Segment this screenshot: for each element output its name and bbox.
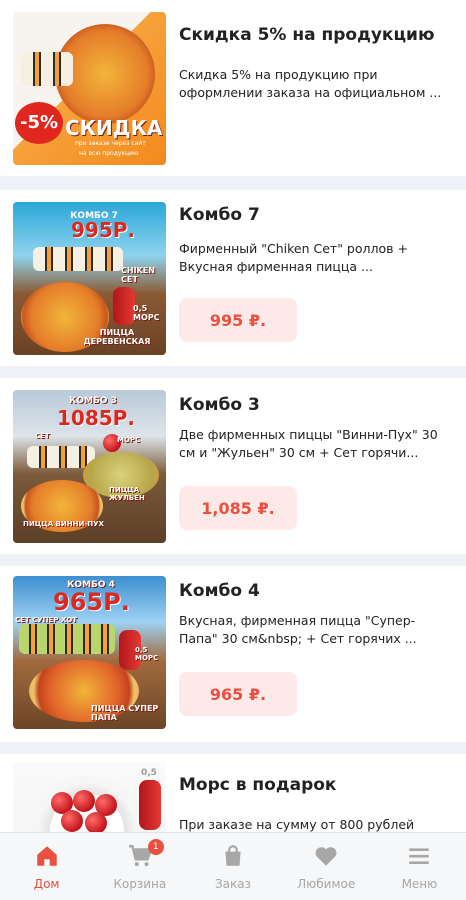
image-drink-label: 0,5 МОРС [133,304,160,322]
menu-icon [406,843,432,873]
product-title: Комбо 7 [179,205,260,225]
promo-card-discount[interactable]: -5% СКИДКА при заказе через сайт на всю … [0,0,466,176]
discount-label: СКИДКА [65,116,163,140]
product-card-combo-7[interactable]: КОМБО 7 995Р. CHIKEN СЕТ 0,5 МОРС ПИЦЦА … [0,190,466,366]
price-button[interactable]: 965 ₽. [179,672,297,716]
product-title: Морс в подарок [179,775,337,795]
image-price: 995Р. [71,218,136,242]
product-image: 0,5 [13,762,166,832]
price-button[interactable]: 995 ₽. [179,298,297,342]
tab-order[interactable]: Заказ [186,833,279,900]
product-feed: -5% СКИДКА при заказе через сайт на всю … [0,0,466,832]
tab-label: Меню [401,876,438,891]
tab-label: Дом [33,876,60,891]
home-icon [34,843,60,873]
product-info: Комбо 4 Вкусная, фирменная пицца "Супер-… [179,580,448,648]
product-info: Комбо 3 Две фирменных пиццы "Винни-Пух" … [179,394,448,462]
discount-sticker: -5% [15,102,63,144]
price-button[interactable]: 1,085 ₽. [179,486,297,530]
discount-sub-2: на всю продукцию [79,150,139,157]
product-info: Скидка 5% на продукцию Скидка 5% на прод… [179,24,448,102]
discount-sub-1: при заказе через сайт [75,140,146,147]
product-description: При заказе на сумму от 800 рублей [179,817,415,832]
product-description: Скидка 5% на продукцию при оформлении за… [179,67,442,100]
product-description: Две фирменных пиццы "Винни-Пух" 30 см и … [179,427,438,460]
tab-menu[interactable]: Меню [373,833,466,900]
image-combo-label: КОМБО 3 [69,396,117,406]
product-info: Комбо 7 Фирменный "Chiken Сет" роллов + … [179,204,448,276]
tab-label: Заказ [214,876,252,891]
heart-icon [313,843,339,873]
tab-cart[interactable]: 1 Корзина [93,833,186,900]
product-title: Скидка 5% на продукцию [179,25,435,45]
tab-label: Корзина [113,876,167,891]
product-card-combo-4[interactable]: КОМБО 4 965Р. СЕТ СУПЕР ХОТ 0,5 МОРС ПИЦ… [0,566,466,742]
tab-label: Любимое [297,876,356,891]
product-card-combo-3[interactable]: КОМБО 3 1085Р. СЕТ МОРС ПИЦЦА ВИННИ-ПУХ … [0,378,466,554]
image-pizza-label: ПИЦЦА СУПЕР ПАПА [91,704,159,722]
product-title: Комбо 4 [179,581,260,601]
tab-home[interactable]: Дом [0,833,93,900]
tab-favorites[interactable]: Любимое [280,833,373,900]
product-description: Вкусная, фирменная пицца "Супер-Папа" 30… [179,613,417,646]
product-image: КОМБО 7 995Р. CHIKEN СЕТ 0,5 МОРС ПИЦЦА … [13,202,166,355]
product-image: КОМБО 4 965Р. СЕТ СУПЕР ХОТ 0,5 МОРС ПИЦ… [13,576,166,729]
image-drink-label: МОРС [117,436,141,444]
image-volume-label: 0,5 [141,768,157,778]
promo-card-gift-drink[interactable]: 0,5 Морс в подарок При заказе на сумму о… [0,754,466,832]
cart-badge: 1 [147,839,164,855]
product-image: -5% СКИДКА при заказе через сайт на всю … [13,12,166,165]
image-pizza-label-1: ПИЦЦА ВИННИ-ПУХ [23,520,104,528]
image-drink-label: 0,5 МОРС [135,646,159,662]
image-set-label: СЕТ [35,432,50,440]
image-pizza-label-2: ПИЦЦА ЖУЛЬЕН [109,486,145,502]
bottom-navigation: Дом 1 Корзина Заказ Любимое Меню [0,832,466,900]
image-set-label: CHIKEN СЕТ [121,266,155,284]
image-set-label: СЕТ СУПЕР ХОТ [15,616,77,624]
image-price: 965Р. [53,588,130,616]
product-image: КОМБО 3 1085Р. СЕТ МОРС ПИЦЦА ВИННИ-ПУХ … [13,390,166,543]
bag-icon [220,843,246,873]
image-price: 1085Р. [57,406,135,430]
product-title: Комбо 3 [179,395,260,415]
product-description: Фирменный "Chiken Сет" роллов + Вкусная … [179,241,408,274]
image-pizza-label: ПИЦЦА ДЕРЕВЕНСКАЯ [83,328,151,346]
product-info: Морс в подарок При заказе на сумму от 80… [179,774,448,832]
